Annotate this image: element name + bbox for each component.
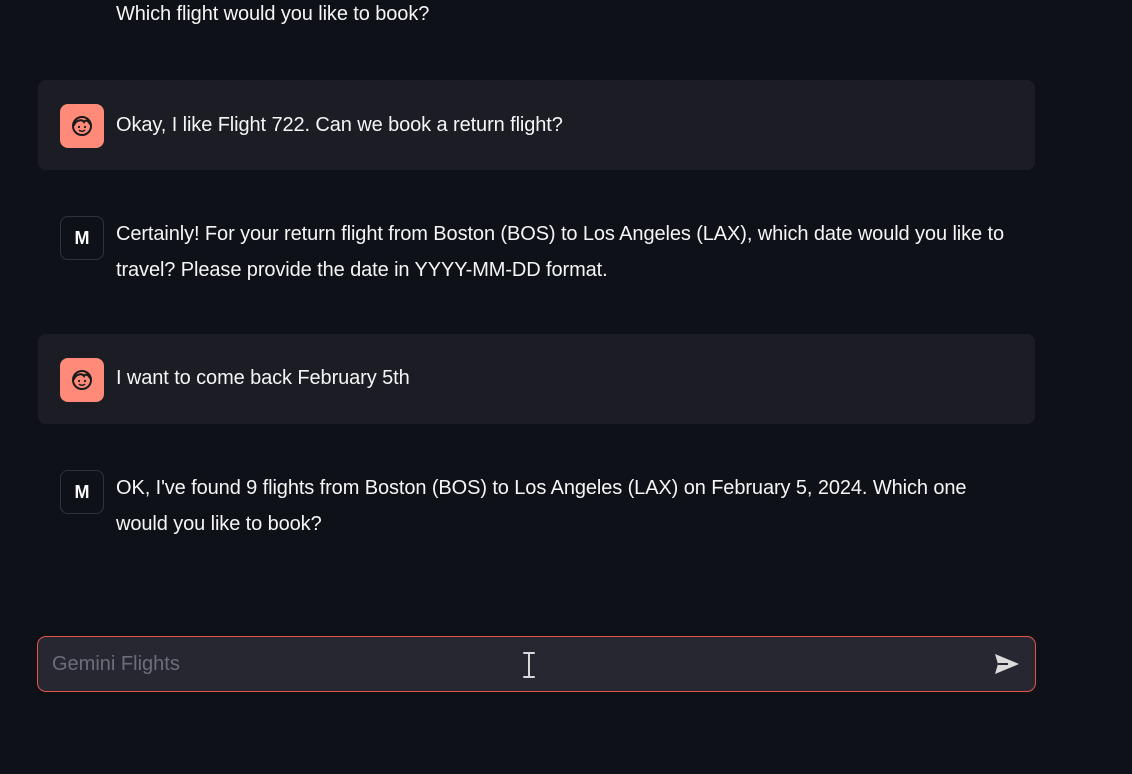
assistant-message: Which flight would you like to book? — [38, 0, 1035, 40]
user-avatar — [60, 104, 104, 148]
assistant-avatar-label: M — [74, 481, 90, 502]
assistant-avatar-label: M — [74, 227, 90, 248]
send-arrow-icon — [995, 654, 1019, 674]
message-text: Certainly! For your return flight from B… — [116, 223, 1004, 281]
chat-input[interactable] — [50, 637, 984, 692]
assistant-message: M OK, I've found 9 flights from Boston (… — [38, 444, 1035, 564]
face-icon — [72, 116, 92, 136]
user-avatar — [60, 358, 104, 402]
message-text: OK, I've found 9 flights from Boston (BO… — [116, 477, 967, 535]
assistant-avatar: M — [60, 470, 104, 514]
assistant-message: M Certainly! For your return flight from… — [38, 190, 1035, 310]
message-text: Which flight would you like to book? — [116, 3, 430, 25]
user-message: I want to come back February 5th — [38, 334, 1035, 424]
assistant-avatar: M — [60, 216, 104, 260]
message-text: Okay, I like Flight 722. Can we book a r… — [116, 114, 563, 136]
text-cursor-icon — [523, 652, 535, 678]
send-button[interactable] — [991, 649, 1023, 679]
user-message: Okay, I like Flight 722. Can we book a r… — [38, 80, 1035, 170]
chat-input-container — [37, 636, 1036, 692]
message-text: I want to come back February 5th — [116, 367, 410, 389]
chat-app: Which flight would you like to book? Oka… — [0, 0, 1132, 774]
face-icon — [72, 370, 92, 390]
